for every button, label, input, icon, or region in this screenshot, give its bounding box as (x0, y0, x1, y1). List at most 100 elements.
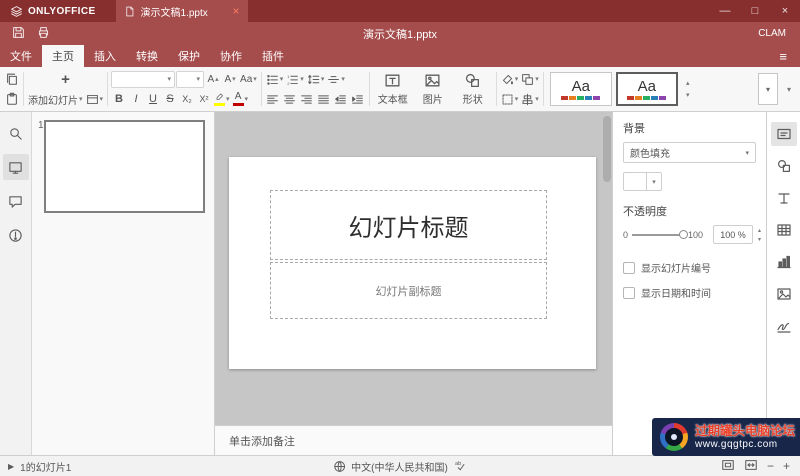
change-case-button[interactable]: Aa ▾ (239, 70, 258, 89)
menu-tab-file[interactable]: 文件 (0, 45, 42, 67)
collapse-toolbar-button[interactable]: ▾ (782, 85, 796, 94)
bold-button[interactable]: B (111, 90, 127, 109)
spinner-up-button[interactable]: ▴ (754, 226, 765, 235)
fill-color-swatch[interactable] (623, 172, 647, 191)
decrease-indent-button[interactable] (333, 90, 349, 109)
zoom-out-button[interactable]: − (767, 460, 774, 472)
image-settings-tab[interactable] (771, 282, 797, 306)
chevron-down-icon: ▾ (535, 96, 539, 103)
scrollbar-thumb[interactable] (603, 116, 611, 182)
notes-area[interactable]: 单击添加备注 (215, 425, 612, 455)
comments-button[interactable] (3, 188, 29, 214)
menu-tab-plugins[interactable]: 插件 (252, 45, 294, 67)
chart-settings-tab[interactable] (771, 250, 797, 274)
tab-close-button[interactable]: × (233, 5, 240, 17)
opacity-slider-knob[interactable] (679, 229, 689, 239)
title-placeholder[interactable]: 幻灯片标题 (270, 190, 547, 260)
fit-slide-button[interactable] (721, 458, 735, 475)
theme-gallery-open-button[interactable]: ▾ (758, 73, 778, 105)
show-slide-number-label: 显示幻灯片编号 (641, 264, 711, 275)
increase-indent-button[interactable] (350, 90, 366, 109)
slide-thumbnail[interactable] (44, 120, 205, 213)
italic-button[interactable]: I (128, 90, 144, 109)
menu-tab-transitions[interactable]: 转换 (126, 45, 168, 67)
close-button[interactable]: × (770, 0, 800, 22)
copy-button[interactable] (4, 70, 20, 89)
theme-item[interactable]: Aa (549, 72, 612, 106)
slide-settings-tab[interactable] (770, 122, 797, 146)
fill-color-dropdown-button[interactable]: ▾ (647, 172, 662, 191)
align-justify-button[interactable] (316, 90, 332, 109)
numbering-button[interactable]: 1 2 ▾ (285, 70, 305, 89)
watermark-url: www.gqgtpc.com (695, 438, 778, 450)
window-controls: — □ × (710, 0, 800, 22)
minimize-button[interactable]: — (710, 0, 740, 22)
font-color-button[interactable]: A ▾ (232, 90, 250, 109)
increase-font-button[interactable]: A ▴ (205, 70, 221, 89)
spellcheck-button[interactable]: ab (454, 458, 467, 474)
slide-canvas[interactable]: 幻灯片标题 幻灯片副标题 (229, 157, 596, 369)
menu-tab-insert[interactable]: 插入 (84, 45, 126, 67)
paste-button[interactable] (4, 90, 20, 109)
spinner-down-button[interactable]: ▾ (754, 235, 765, 244)
opacity-slider[interactable] (632, 229, 689, 239)
theme-item-selected[interactable]: Aa (615, 72, 678, 106)
menu-more-button[interactable]: ≡ (766, 45, 800, 67)
theme-scroll-down-button[interactable]: ▾ (682, 90, 694, 100)
align-right-icon (301, 94, 313, 104)
fit-width-button[interactable] (744, 458, 758, 475)
start-slideshow-button[interactable]: ▶ (8, 462, 14, 471)
opacity-value-spinner[interactable]: 100 % (713, 225, 754, 244)
add-slide-button[interactable]: + (27, 70, 104, 89)
strikeout-button[interactable]: S (162, 90, 178, 109)
shape-button[interactable]: 形状 (453, 72, 493, 106)
image-button[interactable]: 图片 (413, 72, 453, 106)
shape-fill-button[interactable]: ▾ (500, 70, 520, 89)
bullets-button[interactable]: ▾ (265, 70, 285, 89)
slides-icon (9, 161, 22, 174)
highlight-color-button[interactable]: ▾ (213, 90, 231, 109)
search-button[interactable] (3, 120, 29, 146)
menu-tab-collaboration[interactable]: 协作 (210, 45, 252, 67)
font-size-combo[interactable]: ▾ (176, 70, 205, 88)
theme-scroll-up-button[interactable]: ▴ (682, 78, 694, 88)
language-button[interactable]: 中文(中华人民共和国) (333, 459, 448, 474)
maximize-button[interactable]: □ (740, 0, 770, 22)
table-settings-tab[interactable] (771, 218, 797, 242)
print-button[interactable] (37, 26, 50, 42)
align-right-button[interactable] (299, 90, 315, 109)
feedback-button[interactable] (3, 222, 29, 248)
text-box-button[interactable]: 文本框 (373, 72, 413, 106)
canvas-scrollbar[interactable] (603, 114, 611, 422)
arrange-button[interactable]: ▾ (520, 70, 540, 89)
fill-type-select[interactable]: 颜色填充 ▾ (623, 142, 756, 163)
add-slide-menu-button[interactable]: 添加幻灯片 ▾ (27, 90, 84, 109)
menu-tab-home[interactable]: 主页 (42, 45, 84, 67)
align-center-button[interactable] (282, 90, 298, 109)
underline-button[interactable]: U (145, 90, 161, 109)
zoom-in-button[interactable]: + (783, 460, 790, 472)
font-name-combo[interactable]: ▾ (111, 70, 176, 88)
line-spacing-button[interactable]: ▾ (306, 70, 326, 89)
signature-settings-tab[interactable] (771, 314, 797, 338)
change-layout-button[interactable]: ▾ (85, 90, 105, 109)
menu-tab-protection[interactable]: 保护 (168, 45, 210, 67)
shape-outline-button[interactable]: ▾ (500, 90, 520, 109)
save-button[interactable] (12, 26, 25, 42)
checkbox-show-date-time[interactable] (623, 286, 635, 299)
font-color-glyph: A (234, 91, 242, 102)
decrease-font-button[interactable]: A ▾ (222, 70, 238, 89)
subtitle-placeholder[interactable]: 幻灯片副标题 (270, 262, 547, 319)
paste-icon (7, 92, 17, 105)
slides-panel-button[interactable] (2, 154, 29, 180)
superscript-button[interactable]: X² (196, 90, 212, 109)
align-left-button[interactable] (265, 90, 281, 109)
subscript-button[interactable]: X₂ (179, 90, 195, 109)
document-tab[interactable]: 演示文稿1.pptx × (115, 0, 248, 22)
fit-width-icon (745, 459, 757, 470)
vertical-align-button[interactable]: ▾ (326, 70, 346, 89)
align-objects-button[interactable]: ▾ (520, 90, 540, 109)
shape-settings-tab[interactable] (771, 154, 797, 178)
text-art-settings-tab[interactable] (771, 186, 797, 210)
checkbox-show-slide-number[interactable] (623, 261, 635, 274)
